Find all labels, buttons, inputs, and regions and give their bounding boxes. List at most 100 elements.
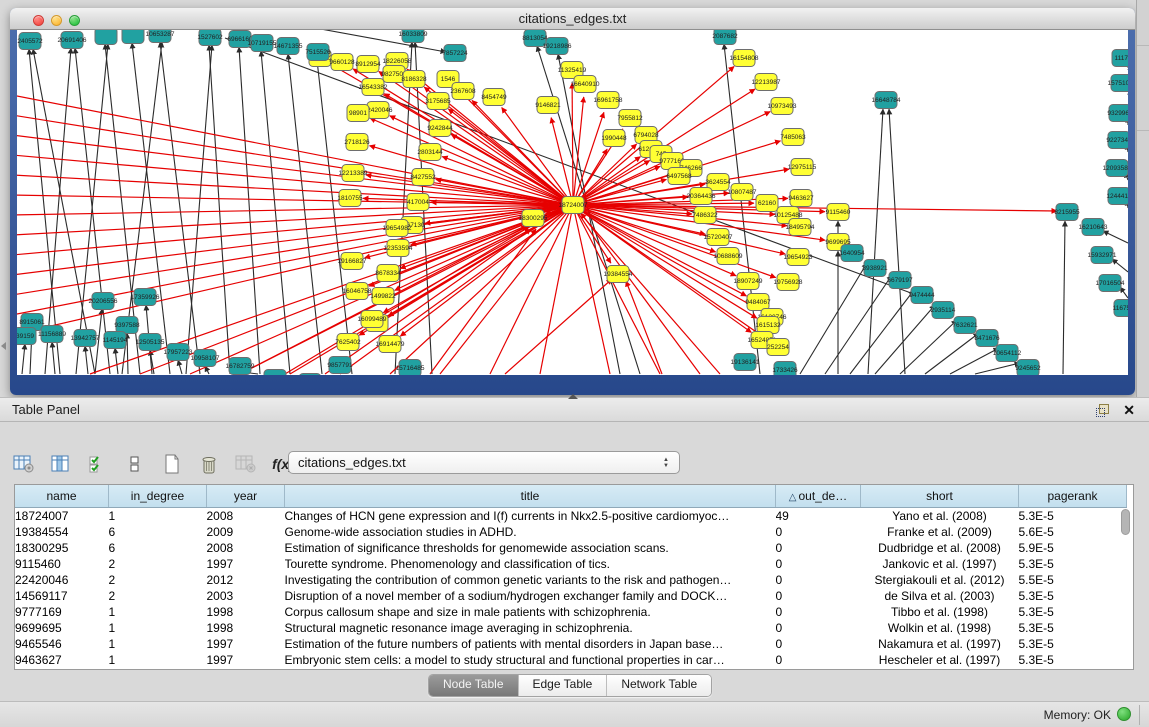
cell-title[interactable]: Corpus callosum shape and size in male p… — [285, 604, 776, 620]
tab-network-table[interactable]: Network Table — [606, 675, 711, 696]
cell-year[interactable]: 2008 — [207, 508, 285, 525]
select-all-checks-button[interactable] — [84, 451, 112, 477]
splitter-collapse-icon[interactable] — [1, 342, 6, 350]
cell-pagerank[interactable]: 5.3E-5 — [1019, 604, 1127, 620]
table-row[interactable]: 946554611997Estimation of the future num… — [15, 636, 1127, 652]
graph-node-teal[interactable] — [122, 30, 144, 44]
cell-pagerank[interactable]: 5.3E-5 — [1019, 508, 1127, 525]
cell-name[interactable]: 9465546 — [15, 636, 109, 652]
cell-in_degree[interactable]: 1 — [109, 620, 207, 636]
column-header-year[interactable]: year — [207, 485, 285, 508]
scrollbar-thumb[interactable] — [1121, 509, 1130, 535]
table-scrollbar[interactable] — [1121, 509, 1130, 667]
cell-pagerank[interactable]: 5.3E-5 — [1019, 620, 1127, 636]
cell-pagerank[interactable]: 5.9E-5 — [1019, 540, 1127, 556]
table-row[interactable]: 1830029562008Estimation of significance … — [15, 540, 1127, 556]
cell-title[interactable]: Genome-wide association studies in ADHD. — [285, 524, 776, 540]
cell-in_degree[interactable]: 2 — [109, 588, 207, 604]
cell-pagerank[interactable]: 5.5E-5 — [1019, 572, 1127, 588]
cell-year[interactable]: 1997 — [207, 556, 285, 572]
cell-out_degree[interactable]: 0 — [776, 652, 861, 668]
table-row[interactable]: 1456911722003Disruption of a novel membe… — [15, 588, 1127, 604]
cell-name[interactable]: 18300295 — [15, 540, 109, 556]
cell-title[interactable]: Structural magnetic resonance image aver… — [285, 620, 776, 636]
window-titlebar[interactable]: citations_edges.txt — [10, 8, 1135, 30]
cell-title[interactable]: Estimation of the future numbers of pati… — [285, 636, 776, 652]
cell-in_degree[interactable]: 2 — [109, 556, 207, 572]
cell-name[interactable]: 22420046 — [15, 572, 109, 588]
cell-out_degree[interactable]: 0 — [776, 604, 861, 620]
cell-short[interactable]: Jankovic et al. (1997) — [861, 556, 1019, 572]
cell-name[interactable]: 9115460 — [15, 556, 109, 572]
cell-pagerank[interactable]: 5.6E-5 — [1019, 524, 1127, 540]
cell-title[interactable]: Changes of HCN gene expression and I(f) … — [285, 508, 776, 525]
cell-short[interactable]: Nakamura et al. (1997) — [861, 636, 1019, 652]
cell-title[interactable]: Estimation of significance thresholds fo… — [285, 540, 776, 556]
network-canvas[interactable]: 1872400776638229660128891295418226058982… — [17, 30, 1128, 375]
citation-graph[interactable]: 1872400776638229660128891295418226058982… — [17, 30, 1128, 375]
float-panel-icon[interactable] — [1096, 404, 1109, 416]
table-selector-dropdown[interactable]: citations_edges.txt ▲▼ — [288, 451, 680, 474]
cell-name[interactable]: 14569117 — [15, 588, 109, 604]
cell-name[interactable]: 9699695 — [15, 620, 109, 636]
column-header-name[interactable]: name — [15, 485, 109, 508]
cell-year[interactable]: 1997 — [207, 652, 285, 668]
cell-short[interactable]: Wolkin et al. (1998) — [861, 620, 1019, 636]
cell-title[interactable]: Disruption of a novel member of a sodium… — [285, 588, 776, 604]
column-header-out_degree[interactable]: △out_de… — [776, 485, 861, 508]
column-header-title[interactable]: title — [285, 485, 776, 508]
cell-name[interactable]: 19384554 — [15, 524, 109, 540]
cell-pagerank[interactable]: 5.3E-5 — [1019, 588, 1127, 604]
delete-button[interactable] — [195, 451, 223, 477]
table-row[interactable]: 969969511998Structural magnetic resonanc… — [15, 620, 1127, 636]
graph-node-teal[interactable] — [299, 374, 321, 376]
cell-in_degree[interactable]: 1 — [109, 604, 207, 620]
cell-pagerank[interactable]: 5.3E-5 — [1019, 556, 1127, 572]
cell-short[interactable]: Dudbridge et al. (2008) — [861, 540, 1019, 556]
cell-year[interactable]: 2012 — [207, 572, 285, 588]
cell-year[interactable]: 1998 — [207, 620, 285, 636]
cell-pagerank[interactable]: 5.3E-5 — [1019, 636, 1127, 652]
cell-name[interactable]: 18724007 — [15, 508, 109, 525]
cell-short[interactable]: Yano et al. (2008) — [861, 508, 1019, 525]
tab-node-table[interactable]: Node Table — [429, 675, 518, 696]
cell-out_degree[interactable]: 0 — [776, 540, 861, 556]
table-row[interactable]: 977716911998Corpus callosum shape and si… — [15, 604, 1127, 620]
column-header-pagerank[interactable]: pagerank — [1019, 485, 1127, 508]
column-header-short[interactable]: short — [861, 485, 1019, 508]
table-row[interactable]: 911546021997Tourette syndrome. Phenomeno… — [15, 556, 1127, 572]
cell-out_degree[interactable]: 0 — [776, 524, 861, 540]
cell-title[interactable]: Embryonic stem cells: a model to study s… — [285, 652, 776, 668]
column-select-button[interactable] — [47, 451, 75, 477]
cell-out_degree[interactable]: 0 — [776, 620, 861, 636]
cell-out_degree[interactable]: 0 — [776, 636, 861, 652]
cell-title[interactable]: Tourette syndrome. Phenomenology and cla… — [285, 556, 776, 572]
row-height-button[interactable] — [121, 451, 149, 477]
cell-name[interactable]: 9777169 — [15, 604, 109, 620]
close-panel-icon[interactable]: ✕ — [1123, 401, 1135, 419]
cell-year[interactable]: 1998 — [207, 604, 285, 620]
import-table-disabled-button[interactable] — [232, 451, 260, 477]
cell-in_degree[interactable]: 6 — [109, 524, 207, 540]
cell-out_degree[interactable]: 0 — [776, 556, 861, 572]
panel-splitter-handle[interactable] — [568, 394, 578, 399]
cell-in_degree[interactable]: 1 — [109, 636, 207, 652]
cell-year[interactable]: 2008 — [207, 540, 285, 556]
tab-edge-table[interactable]: Edge Table — [518, 675, 607, 696]
cell-year[interactable]: 1997 — [207, 636, 285, 652]
cell-title[interactable]: Investigating the contribution of common… — [285, 572, 776, 588]
cell-short[interactable]: Stergiakouli et al. (2012) — [861, 572, 1019, 588]
cell-in_degree[interactable]: 6 — [109, 540, 207, 556]
table-row[interactable]: 1872400712008Changes of HCN gene express… — [15, 508, 1127, 525]
cell-out_degree[interactable]: 0 — [776, 588, 861, 604]
cell-out_degree[interactable]: 0 — [776, 572, 861, 588]
cell-year[interactable]: 2009 — [207, 524, 285, 540]
table-row[interactable]: 1938455462009Genome-wide association stu… — [15, 524, 1127, 540]
cell-short[interactable]: Franke et al. (2009) — [861, 524, 1019, 540]
cell-year[interactable]: 2003 — [207, 588, 285, 604]
cell-name[interactable]: 9463627 — [15, 652, 109, 668]
cell-in_degree[interactable]: 2 — [109, 572, 207, 588]
cell-short[interactable]: Tibbo et al. (1998) — [861, 604, 1019, 620]
cell-short[interactable]: de Silva et al. (2003) — [861, 588, 1019, 604]
table-row[interactable]: 2242004622012Investigating the contribut… — [15, 572, 1127, 588]
